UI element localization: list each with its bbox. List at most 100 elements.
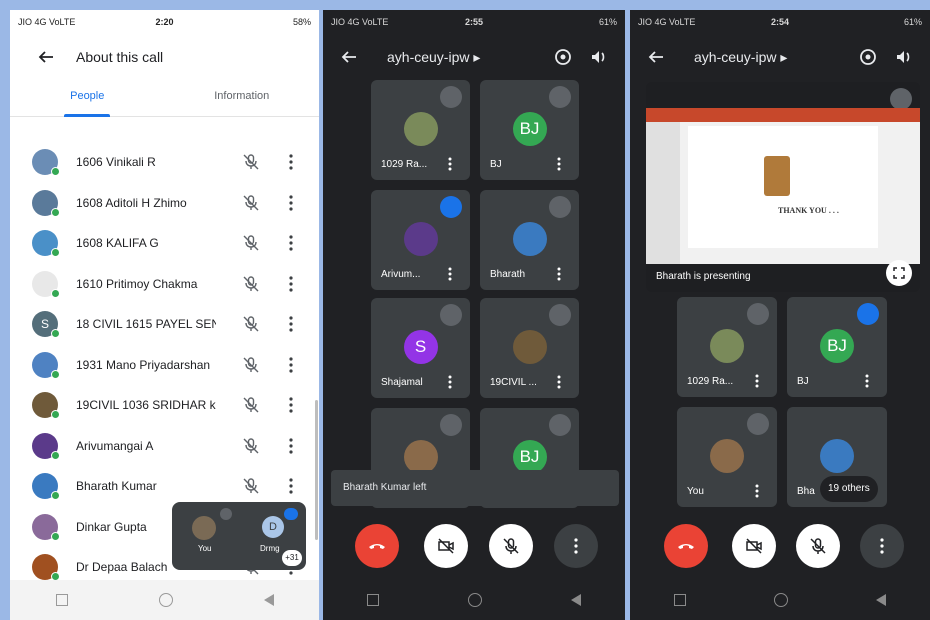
avatar [32,351,60,379]
back-arrow-icon[interactable] [337,45,361,69]
mic-off-icon[interactable] [242,234,260,252]
camera-off-button[interactable] [732,524,776,568]
more-vert-icon[interactable] [865,374,869,388]
more-vert-icon[interactable] [286,153,296,171]
app-ribbon [646,108,920,122]
mic-off-icon[interactable] [242,275,260,293]
participant-tile[interactable]: 1029 Ra... [371,80,470,180]
more-vert-icon[interactable] [755,374,759,388]
avatar [403,112,438,146]
participant-tile[interactable]: 1029 Ra... [677,297,777,397]
speaker-icon[interactable] [894,47,914,67]
recents-icon[interactable] [674,594,686,606]
hang-up-icon [678,544,694,549]
mic-off-button[interactable] [796,524,840,568]
more-vert-icon[interactable] [755,484,759,498]
mic-off-icon[interactable] [242,477,260,495]
list-item[interactable]: 1931 Mano Priyadarshan [10,345,319,385]
participant-tile[interactable]: Arivum... [371,190,470,290]
more-vert-icon[interactable] [286,356,296,374]
fullscreen-button[interactable] [886,260,912,286]
self-view-pip[interactable]: You D Drmg +31 [172,502,306,570]
meeting-code[interactable]: ayh-ceuy-ipw ▸ [694,49,858,66]
participant-tile[interactable]: S Shajamal [371,298,470,398]
home-icon[interactable] [158,593,173,607]
more-vert-icon[interactable] [286,477,296,495]
list-item[interactable]: S 18 CIVIL 1615 PAYEL SEN [10,304,319,344]
more-vert-icon[interactable] [286,396,296,414]
phone-about-call: JIO 4G VoLTE 2:20 58% About this call Pe… [10,10,319,620]
back-nav-icon[interactable] [570,594,581,606]
tile-name: BJ [490,159,502,170]
more-vert-icon[interactable] [557,267,561,281]
others-count[interactable]: 19 others [820,476,878,502]
tile-name: Bharath [490,269,526,280]
avatar [820,439,854,473]
end-call-button[interactable] [664,524,708,568]
list-item[interactable]: Arivumangai A [10,426,319,466]
presentation-tile[interactable]: THANK YOU . . . Bharath is presenting [646,82,920,292]
speaking-icon [857,303,879,325]
more-options-button[interactable] [860,524,904,568]
mic-off-icon[interactable] [242,194,260,212]
mic-off-button[interactable] [489,524,533,568]
participant-tile[interactable]: You [677,407,777,507]
tab-information[interactable]: Information [165,84,320,116]
more-vert-icon[interactable] [448,157,452,171]
participant-tile[interactable]: BJ BJ [480,80,579,180]
presenting-label: Bharath is presenting [656,271,751,282]
list-item[interactable]: 1608 KALIFA G [10,223,319,263]
scrollbar[interactable] [315,400,318,540]
more-vert-icon[interactable] [448,375,452,389]
back-arrow-icon[interactable] [644,45,668,69]
online-indicator [51,450,60,460]
more-vert-icon[interactable] [286,194,296,212]
participant-tile[interactable]: Bharath [480,190,579,290]
recents-icon[interactable] [55,594,68,606]
switch-camera-icon[interactable] [553,47,573,67]
back-arrow-icon[interactable] [34,45,58,69]
list-item[interactable]: Bharath Kumar [10,466,319,506]
mic-off-icon[interactable] [242,437,260,455]
avatar [403,222,438,256]
clock-text: 2:20 [155,17,174,27]
end-call-button[interactable] [355,524,399,568]
switch-camera-icon[interactable] [858,47,878,67]
avatar [32,189,60,217]
home-icon[interactable] [467,593,482,607]
tab-people[interactable]: People [10,84,165,117]
recents-icon[interactable] [367,594,380,606]
mic-off-icon[interactable] [242,356,260,374]
mic-off-icon[interactable] [242,396,260,414]
participant-tile[interactable]: 19CIVIL ... [480,298,579,398]
back-nav-icon[interactable] [263,594,274,606]
more-vert-icon[interactable] [557,157,561,171]
more-vert-icon[interactable] [286,275,296,293]
list-item[interactable]: 1610 Pritimoy Chakma [10,264,319,304]
more-vert-icon[interactable] [557,375,561,389]
battery-text: 61% [904,17,923,27]
clock-text: 2:54 [771,17,790,27]
more-vert-icon[interactable] [448,267,452,281]
more-vert-icon[interactable] [286,234,296,252]
list-item[interactable]: 1606 Vinikali R [10,142,319,182]
page-title: About this call [76,49,164,65]
list-item[interactable]: 1608 Aditoli H Zhimo [10,183,319,223]
list-item[interactable]: 19CIVIL 1036 SRIDHAR k [10,385,319,425]
online-indicator [51,369,60,379]
more-vert-icon[interactable] [286,315,296,333]
speaker-icon[interactable] [589,47,609,67]
call-controls [630,524,930,568]
participant-tile[interactable]: BJ BJ [787,297,887,397]
avatar [512,330,547,364]
mic-off-icon [890,88,912,110]
camera-off-button[interactable] [424,524,468,568]
more-vert-icon[interactable] [286,437,296,455]
mic-off-icon[interactable] [242,315,260,333]
tab-bar: People Information [10,84,319,117]
meeting-code[interactable]: ayh-ceuy-ipw ▸ [387,49,553,66]
back-nav-icon[interactable] [876,594,886,606]
mic-off-icon[interactable] [242,153,260,171]
more-options-button[interactable] [554,524,598,568]
home-icon[interactable] [774,593,788,607]
